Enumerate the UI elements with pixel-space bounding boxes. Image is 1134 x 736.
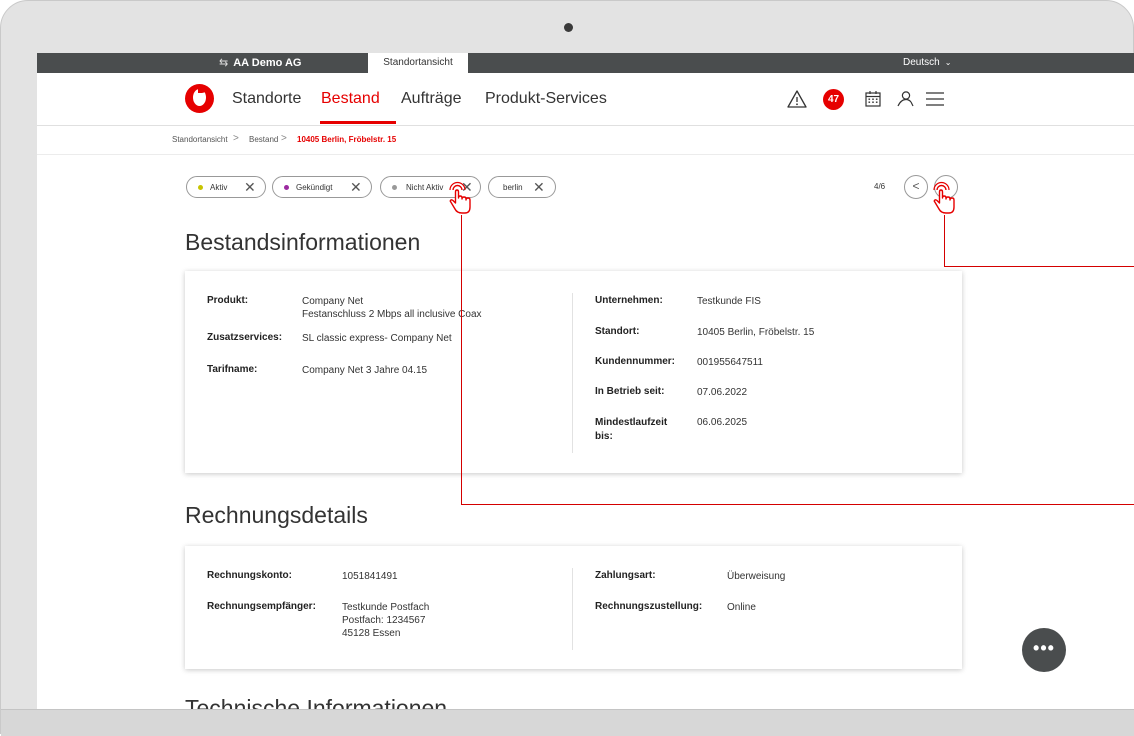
zusatz-value: SL classic express- Company Net [302, 333, 452, 344]
mindestlaufzeit-label-line: bis: [595, 431, 613, 442]
calendar-icon[interactable] [862, 88, 884, 110]
technik-title: Technische Informationen [185, 695, 448, 709]
guide-line [461, 504, 1134, 505]
produkt-value: Company Net Festanschluss 2 Mbps all inc… [302, 295, 482, 321]
zahlungsart-label: Zahlungsart: [595, 570, 656, 581]
rechnungsempfaenger-value: Testkunde Postfach Postfach: 1234567 451… [342, 601, 429, 640]
unternehmen-label: Unternehmen: [595, 295, 663, 306]
chat-button[interactable]: ••• [1022, 628, 1066, 672]
vodafone-logo[interactable] [185, 84, 214, 113]
tab-standortansicht[interactable]: Standortansicht [368, 53, 468, 73]
betrieb-value: 07.06.2022 [697, 387, 748, 398]
nav-standorte[interactable]: Standorte [232, 90, 301, 108]
guide-line [944, 215, 945, 267]
kundennummer-value: 001955647511 [697, 357, 763, 368]
main-nav: Standorte Bestand Aufträge Produkt-Servi… [37, 73, 1134, 126]
breadcrumb-separator-icon: > [233, 133, 239, 144]
breadcrumb-current: 10405 Berlin, Fröbelstr. 15 [297, 135, 397, 144]
guide-line [461, 215, 462, 505]
produkt-value-line: Festanschluss 2 Mbps all inclusive Coax [302, 309, 482, 320]
filter-chip-label: Gekündigt [296, 183, 333, 192]
tarif-value: Company Net 3 Jahre 04.15 [302, 365, 428, 376]
chevron-down-icon: ⌄ [944, 58, 952, 67]
rechnungszustellung-label: Rechnungszustellung: [595, 601, 703, 612]
breadcrumb-bestand[interactable]: Bestand [249, 135, 278, 144]
empfaenger-line: 45128 Essen [342, 628, 401, 639]
close-icon[interactable]: ✕ [244, 180, 256, 194]
card-divider [572, 293, 573, 453]
standort-label: Standort: [595, 326, 640, 337]
produkt-value-line: Company Net [302, 296, 364, 307]
filter-chip-gekuendigt[interactable]: Gekündigt ✕ [272, 176, 372, 198]
language-select[interactable]: Deutsch ⌄ [903, 53, 951, 73]
rechnungszustellung-value: Online [727, 602, 756, 613]
filter-chip-label: Aktiv [210, 183, 228, 192]
filter-chip-label: berlin [503, 183, 523, 192]
company-switcher[interactable]: ⇆ AA Demo AG [219, 53, 301, 73]
switch-icon: ⇆ [219, 57, 229, 69]
mindestlaufzeit-value: 06.06.2025 [697, 417, 748, 428]
breadcrumb: Standortansicht > Bestand > 10405 Berlin… [37, 126, 1134, 155]
close-icon[interactable]: ✕ [350, 180, 362, 194]
warning-icon[interactable] [786, 88, 808, 110]
rechnungskonto-label: Rechnungskonto: [207, 570, 292, 581]
tap-hand-icon [449, 181, 471, 214]
rechnung-title: Rechnungsdetails [185, 502, 368, 528]
tarif-label: Tarifname: [207, 364, 258, 375]
breadcrumb-separator-icon: > [281, 133, 287, 144]
language-label: Deutsch [903, 57, 940, 68]
company-name: AA Demo AG [233, 57, 302, 69]
status-dot [392, 185, 397, 190]
rechnungskonto-value: 1051841491 [342, 571, 398, 582]
rechnung-card: Rechnungskonto: 1051841491 Rechnungsempf… [185, 546, 962, 669]
unternehmen-value: Testkunde FIS [697, 296, 761, 307]
zahlungsart-value: Überweisung [727, 571, 786, 582]
mindestlaufzeit-label-line: Mindestlaufzeit [595, 417, 668, 428]
status-dot [198, 185, 203, 190]
notification-badge[interactable]: 47 [823, 89, 844, 110]
zusatz-label: Zusatzservices: [207, 332, 283, 343]
laptop-camera [564, 23, 573, 32]
user-icon[interactable] [894, 88, 916, 110]
nav-auftraege[interactable]: Aufträge [401, 90, 461, 108]
more-dots-icon: ••• [1033, 638, 1055, 658]
top-bar: ⇆ AA Demo AG Standortansicht Deutsch ⌄ [37, 53, 1134, 73]
empfaenger-line: Postfach: 1234567 [342, 615, 426, 626]
nav-bestand[interactable]: Bestand [321, 90, 380, 108]
rechnungsempfaenger-label: Rechnungsempfänger: [207, 601, 316, 612]
bestand-title: Bestandsinformationen [185, 229, 421, 255]
pager-count: 4/6 [874, 182, 886, 191]
chevron-left-icon: < [912, 179, 920, 193]
filter-chip-label: Nicht Aktiv [406, 183, 444, 192]
bestand-card: Produkt: Company Net Festanschluss 2 Mbp… [185, 271, 962, 473]
breadcrumb-standortansicht[interactable]: Standortansicht [172, 135, 228, 144]
app-screen: ⇆ AA Demo AG Standortansicht Deutsch ⌄ Sta… [37, 53, 1134, 709]
status-dot [284, 185, 289, 190]
empfaenger-line: Testkunde Postfach [342, 602, 430, 613]
logo-quote-notch [198, 88, 207, 93]
mindestlaufzeit-label: Mindestlaufzeit bis: [595, 416, 667, 444]
close-icon[interactable]: ✕ [533, 180, 545, 194]
standort-value: 10405 Berlin, Fröbelstr. 15 [697, 327, 815, 338]
menu-icon[interactable] [924, 88, 946, 110]
filter-chip-aktiv[interactable]: Aktiv ✕ [186, 176, 266, 198]
laptop-bezel-bottom [1, 709, 1134, 736]
nav-produkt-services[interactable]: Produkt-Services [485, 90, 607, 108]
filter-chip-berlin[interactable]: berlin ✕ [488, 176, 556, 198]
produkt-label: Produkt: [207, 295, 249, 306]
betrieb-label: In Betrieb seit: [595, 386, 665, 397]
nav-active-indicator [320, 121, 396, 124]
pager-prev-button[interactable]: < [904, 175, 928, 199]
card-divider [572, 568, 573, 650]
guide-line [944, 266, 1134, 267]
tap-hand-icon [933, 181, 955, 214]
kundennummer-label: Kundennummer: [595, 356, 675, 367]
laptop-frame: ⇆ AA Demo AG Standortansicht Deutsch ⌄ Sta… [0, 0, 1134, 736]
